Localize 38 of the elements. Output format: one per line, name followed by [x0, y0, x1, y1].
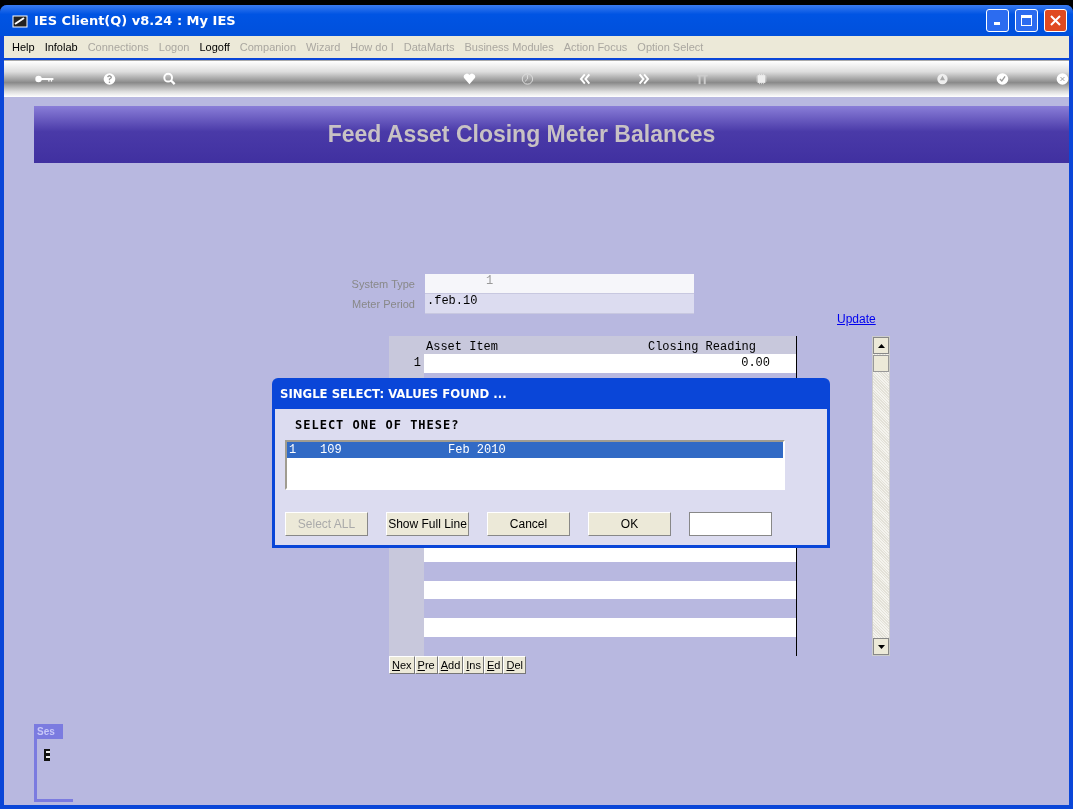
dialog-title: SINGLE SELECT: VALUES FOUND ... — [280, 386, 507, 401]
list-item[interactable]: 1 109 Feb 2010 — [287, 442, 783, 458]
menu-item[interactable]: Help — [7, 41, 40, 53]
dialog-prompt: SELECT ONE OF THESE? — [295, 418, 461, 432]
dialog-button[interactable]: Show Full Line — [386, 512, 469, 536]
menu-item[interactable]: Logoff — [194, 41, 235, 53]
up-arrow-icon[interactable] — [877, 343, 885, 348]
window-title: IES Client(Q) v8.24 : My IES — [34, 13, 237, 28]
page-title: Feed Asset Closing Meter Balances — [327, 121, 716, 148]
dialog-button[interactable]: OK — [588, 512, 671, 536]
app-icon — [12, 12, 28, 29]
grid-button[interactable]: Ed — [484, 656, 504, 674]
update-link[interactable]: Update — [837, 312, 1069, 326]
scrollbar[interactable] — [872, 336, 890, 656]
grid-button[interactable]: Ins — [463, 656, 484, 674]
close-button[interactable] — [1044, 9, 1067, 32]
grid-button[interactable]: Pre — [414, 656, 438, 674]
row-header — [389, 637, 424, 656]
dialog-button[interactable]: Cancel — [487, 512, 570, 536]
scroll-thumb[interactable] — [873, 355, 889, 372]
minimize-button[interactable] — [986, 9, 1009, 32]
field-label: Meter Period — [351, 297, 416, 312]
input-field[interactable]: .feb.10 — [425, 294, 694, 314]
maximize-button[interactable] — [1015, 9, 1038, 32]
grid-button[interactable]: Nex — [389, 656, 415, 674]
input-field[interactable] — [689, 512, 772, 536]
column-header: Closing Reading — [646, 339, 756, 354]
down-arrow-icon[interactable] — [877, 644, 885, 649]
column-header: Asset Item — [426, 339, 499, 354]
menu-item[interactable]: Infolab — [39, 41, 83, 53]
values-list[interactable]: 1 109 Feb 2010 — [285, 440, 785, 490]
grid-button[interactable]: Add — [437, 656, 464, 674]
field-label: System Type — [350, 277, 416, 292]
grid-button[interactable]: Del — [503, 656, 526, 674]
close-icon — [1050, 15, 1061, 26]
document-icon — [44, 749, 50, 761]
input-field[interactable]: 1 — [425, 274, 694, 294]
maximize-icon — [1021, 15, 1032, 26]
